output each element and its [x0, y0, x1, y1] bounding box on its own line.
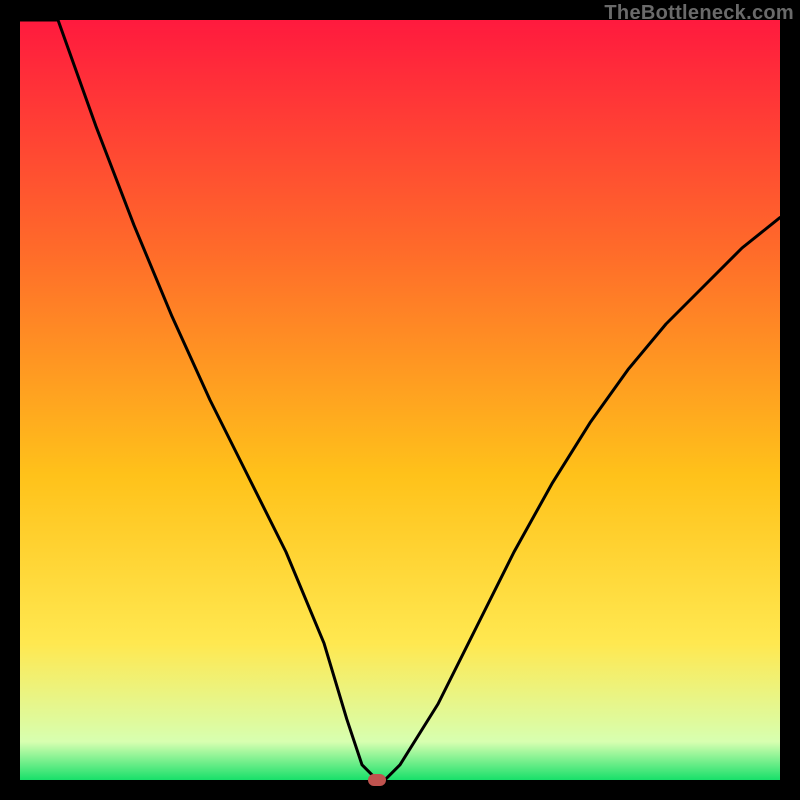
plot-area [20, 20, 780, 780]
bottleneck-curve [20, 20, 780, 780]
chart-container: TheBottleneck.com [0, 0, 800, 800]
optimum-marker [368, 774, 386, 786]
